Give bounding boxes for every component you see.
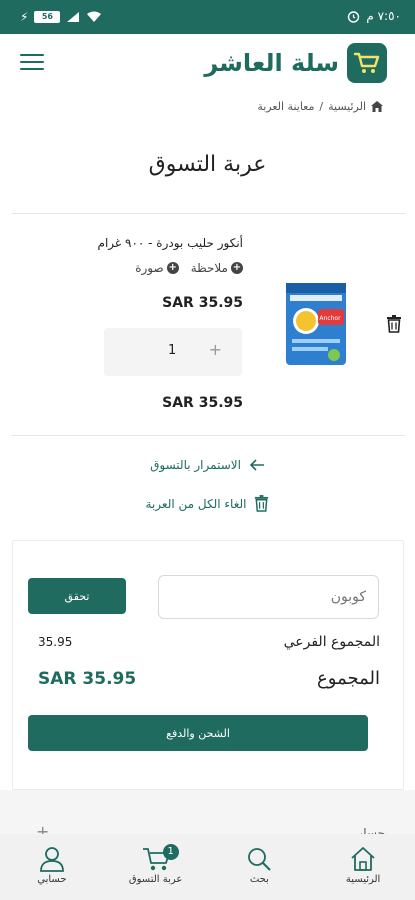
brand[interactable]: سلة العاشر [204,43,387,83]
remove-item-trash-icon[interactable] [386,315,402,333]
status-bar: ⚡ 56 ٧:٥٠ م [0,0,415,34]
continue-shopping-link[interactable]: الاستمرار بالتسوق [0,458,415,472]
nav-cart[interactable]: 1 عربة التسوق [104,834,208,900]
search-icon [245,844,273,874]
home-icon [349,844,377,874]
signal-icon [67,12,80,22]
battery-icon: 56 [34,11,61,23]
clear-cart-label: الغاء الكل من العربة [145,496,247,511]
plus-circle-icon: + [166,262,179,274]
add-image-button[interactable]: + صورة [135,261,179,275]
continue-shopping-label: الاستمرار بالتسوق [150,458,241,472]
cart-icon: 1 [141,844,179,874]
order-summary: تحقق 35.95 المجموع الفرعي SAR 35.95 المج… [12,540,404,790]
breadcrumb-home[interactable]: الرئيسية [328,100,366,113]
divider [12,435,405,436]
breadcrumb: الرئيسية / معاينة العربة [257,100,383,113]
divider [12,213,405,214]
page-title: عربة التسوق [148,152,267,177]
cart-logo-icon [347,43,387,83]
checkout-button[interactable]: الشحن والدفع [28,715,368,751]
quantity-stepper[interactable]: 1 + [104,328,242,376]
svg-text:Anchor: Anchor [319,315,341,322]
plus-circle-icon: + [231,262,243,274]
subtotal-row: 35.95 المجموع الفرعي [38,634,380,650]
brand-name: سلة العاشر [204,49,339,77]
nav-search-label: بحث [249,874,269,885]
nav-search[interactable]: بحث [208,834,312,900]
coupon-input[interactable] [158,575,379,619]
item-name: أنكور حليب بودرة - ٩٠٠ غرام [97,236,243,250]
image-label: صورة [135,261,164,275]
breadcrumb-current: معاينة العربة [257,100,315,113]
user-icon [38,844,66,874]
item-unit-price: SAR 35.95 [162,295,243,311]
subtotal-value: 35.95 [38,635,73,649]
nav-home-label: الرئيسية [345,874,381,885]
status-left: ⚡ 56 [20,10,102,24]
item-actions: + ملاحظة + صورة [135,261,243,275]
quantity-plus-button[interactable]: + [209,340,222,359]
trash-icon [255,495,269,512]
charging-icon: ⚡ [20,10,29,24]
clear-cart-link[interactable]: الغاء الكل من العربة [0,495,415,512]
nav-account[interactable]: حسابي [0,834,104,900]
wifi-icon [87,11,102,22]
breadcrumb-separator: / [319,100,324,113]
arrow-left-icon [249,459,264,471]
status-right: ٧:٥٠ م [347,9,401,23]
bottom-nav: حسابي 1 عربة التسوق بحث الرئيسية [0,834,415,900]
add-note-button[interactable]: + ملاحظة [191,261,243,275]
total-value: SAR 35.95 [38,668,137,689]
alarm-icon [348,10,360,23]
check-coupon-button[interactable]: تحقق [28,578,126,614]
quantity-value: 1 [168,343,177,358]
nav-home[interactable]: الرئيسية [311,834,415,900]
note-label: ملاحظة [190,261,228,275]
subtotal-label: المجموع الفرعي [283,634,380,650]
menu-button[interactable] [20,54,44,74]
home-icon [371,101,383,112]
cart-count-badge: 1 [162,844,179,860]
product-image: Anchor [286,283,346,365]
nav-account-label: حسابي [37,874,67,885]
total-row: SAR 35.95 المجموع [38,668,380,689]
app-header: سلة العاشر [0,34,415,94]
item-total-price: SAR 35.95 [162,395,243,411]
status-time: ٧:٥٠ م [366,9,401,23]
nav-cart-label: عربة التسوق [128,874,183,885]
total-label: المجموع [317,668,380,689]
